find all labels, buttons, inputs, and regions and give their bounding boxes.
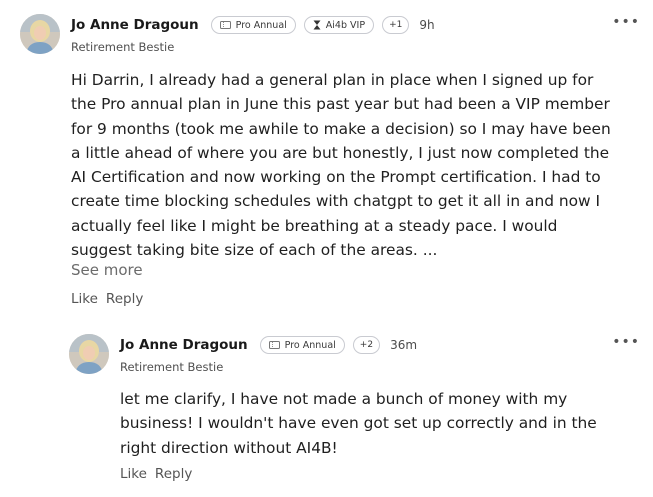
badge-ai4b-vip[interactable]: Ai4b VIP [303, 16, 375, 34]
avatar[interactable] [20, 14, 60, 54]
author-name[interactable]: Jo Anne Dragoun [120, 337, 248, 353]
member-subtitle: Retirement Bestie [71, 40, 175, 54]
like-button[interactable]: Like [120, 466, 147, 482]
more-badges-count[interactable]: +1 [382, 16, 410, 34]
badge-label: Pro Annual [235, 19, 287, 31]
timestamp[interactable]: 9h [419, 18, 434, 32]
avatar[interactable] [69, 334, 109, 374]
comment-text: Hi Darrin, I already had a general plan … [71, 71, 611, 260]
hourglass-icon [313, 20, 321, 30]
reply-button[interactable]: Reply [106, 291, 143, 307]
timestamp[interactable]: 36m [390, 338, 417, 352]
badge-pro-annual[interactable]: Pro Annual [210, 16, 296, 34]
more-options-icon[interactable]: ••• [612, 335, 640, 349]
badge-pro-annual[interactable]: Pro Annual [259, 336, 345, 354]
ticket-icon [268, 341, 280, 349]
more-badges-count[interactable]: +2 [352, 336, 381, 354]
comment-actions: Like Reply [71, 291, 143, 307]
member-subtitle: Retirement Bestie [120, 360, 224, 374]
see-more-link[interactable]: See more [71, 261, 143, 279]
comment-text: let me clarify, I have not made a bunch … [120, 390, 597, 457]
badge-label: Ai4b VIP [325, 19, 366, 31]
reply-button[interactable]: Reply [155, 466, 192, 482]
author-name[interactable]: Jo Anne Dragoun [71, 17, 199, 33]
more-options-icon[interactable]: ••• [612, 15, 640, 29]
ticket-icon [219, 21, 231, 29]
badge-label: Pro Annual [284, 339, 336, 351]
comment-actions: Like Reply [120, 466, 192, 482]
like-button[interactable]: Like [71, 291, 98, 307]
